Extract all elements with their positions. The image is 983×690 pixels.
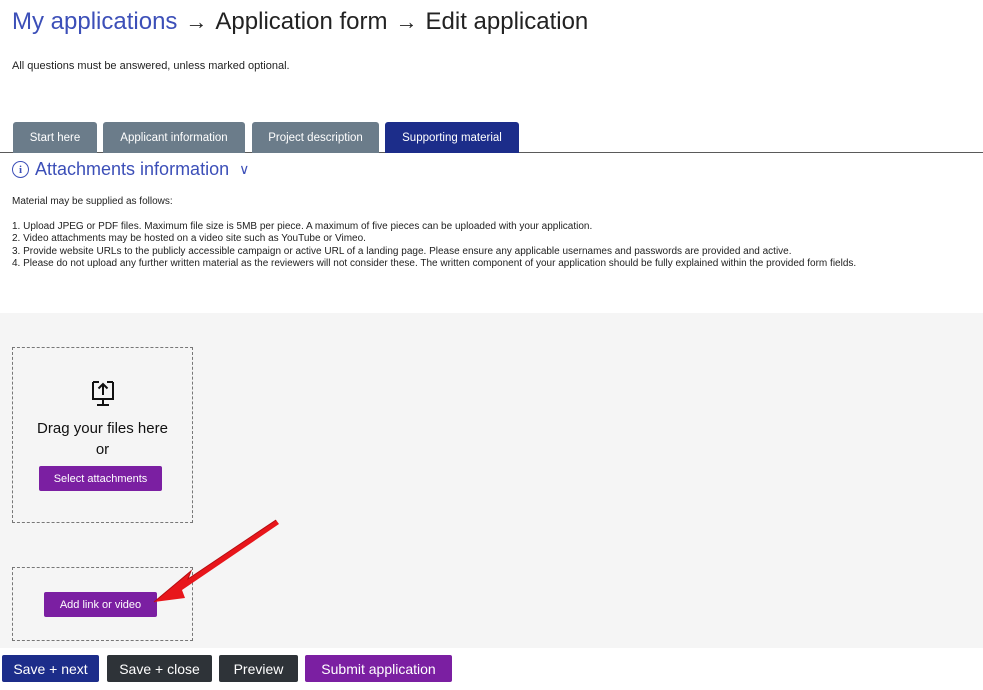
drop-instructions: Drag your files here or — [13, 418, 192, 460]
or-text: or — [95, 441, 110, 458]
attachments-info-toggle[interactable]: i Attachments information ∨ — [12, 159, 249, 180]
chevron-down-icon: ∨ — [239, 161, 250, 177]
attachments-info-title: Attachments information — [35, 159, 230, 179]
form-instructions: All questions must be answered, unless m… — [12, 60, 290, 72]
submit-application-button[interactable]: Submit application — [305, 655, 452, 682]
annotation-arrow-icon — [153, 519, 279, 603]
preview-button[interactable]: Preview — [219, 655, 298, 682]
breadcrumb-arrow-icon: → — [185, 9, 208, 34]
list-item: 4. Please do not upload any further writ… — [12, 258, 857, 270]
breadcrumb: My applications → Application form → Edi… — [12, 8, 588, 36]
save-close-button[interactable]: Save + close — [107, 655, 212, 682]
tab-project-description[interactable]: Project description — [252, 122, 379, 153]
list-item: 2. Video attachments may be hosted on a … — [12, 233, 366, 245]
tab-start-here[interactable]: Start here — [13, 122, 97, 153]
select-attachments-button[interactable]: Select attachments — [39, 466, 162, 491]
list-item: 3. Provide website URLs to the publicly … — [12, 245, 792, 257]
file-drop-zone[interactable]: Drag your files here or Select attachmen… — [12, 347, 193, 523]
breadcrumb-application-form: Application form — [215, 8, 388, 35]
upload-icon — [92, 381, 114, 406]
save-next-button[interactable]: Save + next — [2, 655, 99, 682]
breadcrumb-my-applications-link[interactable]: My applications — [12, 8, 177, 36]
tab-applicant-information[interactable]: Applicant information — [103, 122, 245, 153]
page-title: Edit application — [425, 8, 589, 35]
info-icon: i — [12, 161, 29, 178]
form-tabs: Start here Applicant information Project… — [0, 122, 983, 153]
material-intro: Material may be supplied as follows: — [12, 196, 173, 207]
breadcrumb-arrow-icon: → — [395, 9, 418, 34]
material-list: 1. Upload JPEG or PDF files. Maximum fil… — [12, 221, 856, 271]
list-item: 1. Upload JPEG or PDF files. Maximum fil… — [12, 221, 593, 232]
tab-supporting-material[interactable]: Supporting material — [385, 122, 519, 153]
drag-files-text: Drag your files here — [37, 420, 168, 437]
